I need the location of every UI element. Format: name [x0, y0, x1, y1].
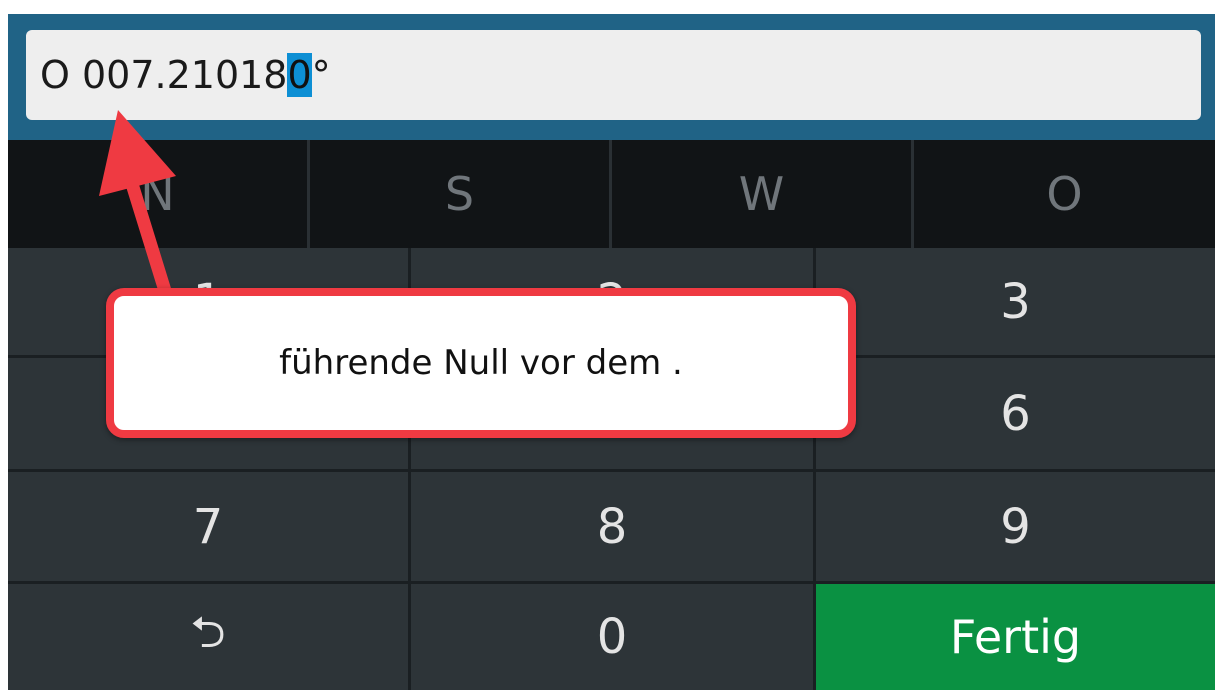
direction-key-row: N S W O: [8, 140, 1215, 248]
key-3[interactable]: 3: [816, 248, 1215, 358]
degree-symbol: °: [311, 53, 331, 97]
direction-key-n[interactable]: N: [8, 140, 310, 248]
direction-key-w[interactable]: W: [612, 140, 914, 248]
header-bar: O 007.210180°: [8, 14, 1215, 140]
annotation-text: führende Null vor dem .: [279, 343, 683, 383]
key-9[interactable]: 9: [816, 472, 1215, 584]
key-0[interactable]: 0: [411, 584, 816, 690]
backspace-button[interactable]: ⮌: [8, 584, 411, 690]
coordinate-input-field[interactable]: O 007.210180°: [26, 30, 1201, 120]
key-7[interactable]: 7: [8, 472, 411, 584]
coordinate-entry-screen: O 007.210180° N S W O 1 2 3 4 5 6 7 8 9 …: [0, 0, 1215, 690]
undo-arrow-icon: ⮌: [190, 606, 226, 658]
direction-key-s[interactable]: S: [310, 140, 612, 248]
input-value-text: O 007.21018: [40, 53, 288, 97]
annotation-callout: führende Null vor dem .: [106, 288, 856, 438]
coordinate-input-value: O 007.210180°: [40, 50, 331, 100]
direction-key-o[interactable]: O: [914, 140, 1215, 248]
text-cursor-selection: 0: [287, 53, 312, 97]
done-button[interactable]: Fertig: [816, 584, 1215, 690]
key-8[interactable]: 8: [411, 472, 816, 584]
key-6[interactable]: 6: [816, 358, 1215, 472]
